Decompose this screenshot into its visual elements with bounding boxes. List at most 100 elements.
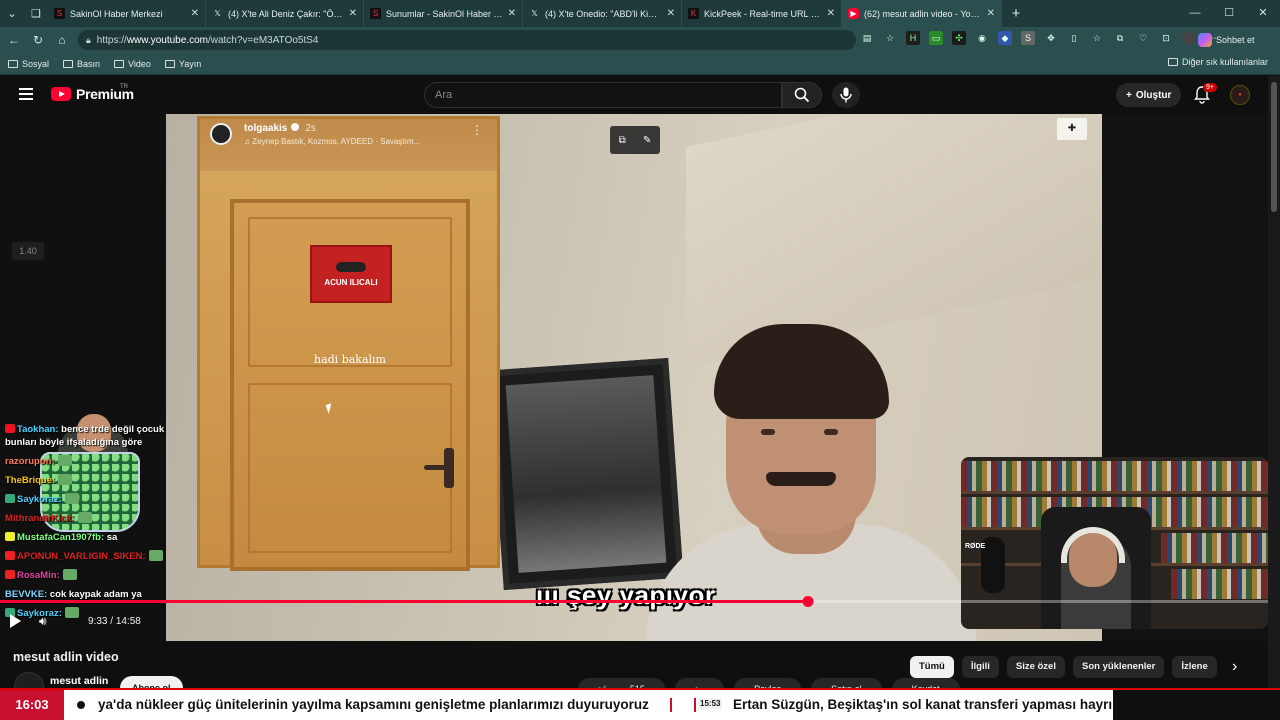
- bookmark-folder[interactable]: Sosyal: [8, 59, 49, 69]
- bookshelf-row: [961, 461, 1268, 491]
- close-tab-icon[interactable]: ✕: [827, 8, 835, 19]
- close-tab-icon[interactable]: ✕: [987, 8, 995, 19]
- bookmark-folder[interactable]: Basın: [63, 59, 100, 69]
- extension-icon[interactable]: ✣: [952, 31, 966, 45]
- copilot-chat-button[interactable]: Sohbet et: [1198, 31, 1255, 49]
- minimize-icon[interactable]: —: [1178, 0, 1212, 27]
- voice-search-button[interactable]: [832, 82, 860, 108]
- other-bookmarks[interactable]: Diğer sık kullanılanlar: [1167, 57, 1268, 67]
- sakinol-favicon-icon: S: [370, 8, 381, 19]
- maximize-icon[interactable]: ☐: [1212, 0, 1246, 27]
- shelf: [961, 491, 1268, 494]
- reload-icon[interactable]: ↻: [26, 33, 50, 47]
- picture-in-picture-icon[interactable]: ⧉: [619, 135, 626, 146]
- player-controls: 🔊︎: [10, 611, 47, 631]
- lock-icon: 🔒︎: [86, 34, 91, 45]
- hamburger-menu-icon[interactable]: [19, 88, 33, 100]
- favorites-icon[interactable]: ☆: [1090, 31, 1104, 45]
- chip-all[interactable]: Tümü: [910, 656, 954, 678]
- search-button[interactable]: [782, 82, 822, 108]
- chat-username: MithrandirKick:: [5, 513, 75, 524]
- bookmark-label: Video: [128, 58, 151, 69]
- close-tab-icon[interactable]: ✕: [508, 8, 516, 19]
- ticker-end: [1113, 690, 1280, 720]
- collections-icon[interactable]: ⧉: [1113, 31, 1127, 45]
- folder-icon: [63, 59, 74, 68]
- reader-mode-icon[interactable]: ▤: [860, 31, 874, 45]
- folder-icon: [164, 59, 175, 68]
- recommendation-chips: Tümü İlgili Size özel Son yüklenenler İz…: [910, 656, 1217, 678]
- puzzle-icon[interactable]: ✥: [1044, 31, 1058, 45]
- create-button[interactable]: + Oluştur: [1116, 83, 1182, 107]
- chat-message: TheBrique:: [5, 474, 165, 487]
- browser-tab[interactable]: S Sunumlar - SakinOl Haber Merkezi ✕: [364, 0, 523, 27]
- x-favicon-icon: 𝕏: [531, 9, 538, 18]
- progress-bar[interactable]: [0, 596, 1268, 607]
- extension-icon[interactable]: ▭: [929, 31, 943, 45]
- bookmark-folder[interactable]: Video: [114, 59, 151, 69]
- tab-title: (4) X'te Onedio: "ABD'li Kick yayın: [545, 8, 662, 19]
- address-bar[interactable]: 🔒︎ https://www.youtube.com/watch?v=eM3AT…: [78, 30, 856, 50]
- screenshot-icon[interactable]: ⊡: [1159, 31, 1173, 45]
- story-caption: hadi bakalım: [314, 353, 386, 366]
- ig-avatar: [210, 123, 232, 145]
- bookshelf-row: [1171, 569, 1268, 599]
- browser-tab-active[interactable]: ▶ (62) mesut adlin video - YouTube ✕: [842, 0, 1002, 27]
- extension-icon[interactable]: ◆: [998, 31, 1012, 45]
- close-tab-icon[interactable]: ✕: [191, 8, 199, 19]
- chevron-right-icon[interactable]: ›: [1232, 658, 1237, 676]
- chip-for-you[interactable]: Size özel: [1006, 656, 1065, 678]
- search-icon: [794, 87, 810, 103]
- close-tab-icon[interactable]: ✕: [349, 8, 357, 19]
- browser-tab[interactable]: S SakinOl Haber Merkezi ✕: [48, 0, 206, 27]
- home-icon[interactable]: ⌂: [50, 33, 74, 47]
- search-input[interactable]: Ara: [424, 82, 782, 108]
- edit-icon[interactable]: ✎: [643, 135, 651, 146]
- ticker-headline-secondary: Ertan Süzgün, Beşiktaş'ın sol kanat tran…: [733, 697, 1113, 712]
- progress-scrubber[interactable]: [802, 596, 814, 607]
- volume-icon[interactable]: 🔊︎: [39, 614, 47, 629]
- kickpeek-favicon-icon: K: [688, 8, 699, 19]
- ticker-headline: ya'da nükleer güç ünitelerinin yayılma k…: [98, 697, 649, 712]
- other-bookmarks-label: Diğer sık kullanılanlar: [1181, 57, 1268, 67]
- overlay-toolbar[interactable]: ⧉ ✎: [610, 126, 660, 154]
- new-tab-icon[interactable]: +: [1002, 0, 1030, 27]
- split-screen-icon[interactable]: ▯: [1067, 31, 1081, 45]
- browser-tab[interactable]: K KickPeek - Real-time URL Crawler ✕: [682, 0, 842, 27]
- chip-recent[interactable]: Son yüklenenler: [1072, 656, 1165, 678]
- verified-badge-icon: [291, 123, 300, 131]
- chat-message: Taokhan: bence trde değil çocuk bunları …: [5, 423, 165, 449]
- youtube-header: Premium TR Ara + Oluştur 9+ ●: [0, 76, 1280, 114]
- chat-message: APONUN_VARLIGIN_SIKEN:: [5, 550, 165, 563]
- page-scrollbar[interactable]: [1268, 76, 1280, 688]
- scrollbar-thumb[interactable]: [1271, 82, 1277, 212]
- ig-time: 2s: [305, 123, 316, 134]
- profile-avatar-icon[interactable]: [1182, 31, 1196, 45]
- ticker-separator: [694, 698, 696, 712]
- favorite-star-icon[interactable]: ☆: [883, 31, 897, 45]
- stream-timestamp: 1.40: [12, 242, 44, 260]
- close-window-icon[interactable]: ✕: [1246, 0, 1280, 27]
- browser-tab[interactable]: 𝕏 (4) X'te Onedio: "ABD'li Kick yayın ✕: [523, 0, 682, 27]
- chat-badge-icon: [5, 424, 15, 433]
- chip-related[interactable]: İlgili: [961, 656, 999, 678]
- extension-icon[interactable]: ◉: [975, 31, 989, 45]
- browser-essentials-icon[interactable]: ♡: [1136, 31, 1150, 45]
- corner-watermark-icon: ✚: [1057, 118, 1087, 140]
- account-avatar[interactable]: ●: [1230, 85, 1250, 105]
- close-tab-icon[interactable]: ✕: [667, 8, 675, 19]
- tab-menu-chevron-icon[interactable]: ⌄: [0, 0, 24, 27]
- chat-username: RosaMin:: [17, 570, 60, 581]
- back-icon[interactable]: ←: [2, 33, 26, 47]
- play-icon[interactable]: [10, 614, 21, 628]
- story-header: tolgaakis 2s ♫ Zeynep Bastık, Kozmos, AYD…: [200, 119, 497, 171]
- workspaces-icon[interactable]: ❑: [24, 0, 48, 27]
- chip-watched[interactable]: İzlene: [1172, 656, 1217, 678]
- current-time: 9:33: [88, 616, 108, 627]
- extension-icon[interactable]: S: [1021, 31, 1035, 45]
- browser-tab[interactable]: 𝕏 (4) X'te Ali Deniz Çakır: "Öcalan, Ö ✕: [206, 0, 364, 27]
- channel-name[interactable]: mesut adlin: [50, 675, 108, 687]
- extension-icon[interactable]: H: [906, 31, 920, 45]
- bookmark-folder[interactable]: Yayın: [164, 59, 201, 69]
- chat-username: razorupon:: [5, 456, 55, 467]
